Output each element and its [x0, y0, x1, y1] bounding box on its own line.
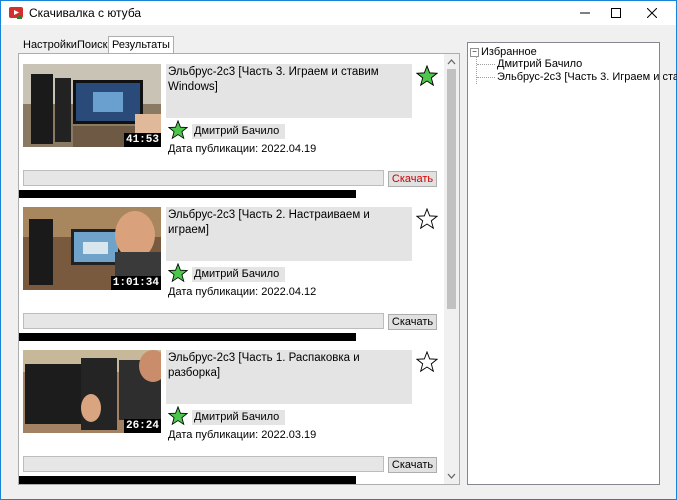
- scroll-down-icon[interactable]: [444, 470, 459, 482]
- video-author: Дмитрий Бачило: [192, 267, 285, 282]
- video-title: Эльбрус-2с3 [Часть 3. Играем и ставим Wi…: [166, 64, 412, 118]
- app-window: Скачивалка с ютуба Настройки Поиск Резул…: [0, 0, 677, 500]
- video-duration: 26:24: [123, 419, 161, 433]
- favorites-tree: − Избранное Дмитрий Бачило Эльбрус-2с3 [Ч…: [467, 42, 677, 485]
- tree-connector: [477, 64, 495, 65]
- download-button[interactable]: Скачать: [388, 314, 437, 330]
- video-thumbnail[interactable]: 41:53: [23, 64, 161, 147]
- scrollbar-thumb[interactable]: [447, 69, 456, 309]
- youtube-download-icon: [9, 7, 23, 19]
- item-separator: [19, 333, 356, 341]
- close-icon: [647, 8, 657, 18]
- window-title: Скачивалка с ютуба: [29, 6, 142, 20]
- tree-item-video[interactable]: Эльбрус-2с3 [Часть 3. Играем и став...: [497, 71, 677, 84]
- item-separator: [19, 476, 356, 484]
- result-item: 1:01:34 Эльбрус-2с3 [Часть 2. Настраивае…: [19, 200, 444, 341]
- collapse-icon[interactable]: −: [470, 47, 479, 57]
- publish-date: Дата публикации: 2022.03.19: [168, 429, 317, 441]
- video-thumbnail[interactable]: 1:01:34: [23, 207, 161, 290]
- close-button[interactable]: [634, 1, 670, 25]
- video-author: Дмитрий Бачило: [192, 124, 285, 139]
- tree-connector: [477, 77, 495, 78]
- item-separator: [19, 190, 356, 198]
- results-scrollbar[interactable]: [444, 54, 459, 484]
- favorite-star-icon[interactable]: [416, 351, 438, 373]
- favorite-star-icon[interactable]: [416, 65, 438, 87]
- result-item: 41:53 Эльбрус-2с3 [Часть 3. Играем и ста…: [19, 57, 444, 198]
- results-list: 41:53 Эльбрус-2с3 [Часть 3. Играем и ста…: [18, 53, 460, 485]
- tab-search-results[interactable]: Результаты поиска: 5: [108, 36, 174, 67]
- author-favorite-star-icon[interactable]: [168, 406, 188, 426]
- video-thumbnail[interactable]: 26:24: [23, 350, 161, 433]
- video-title: Эльбрус-2с3 [Часть 1. Распаковка и разбо…: [166, 350, 412, 404]
- tab-search[interactable]: Поиск: [74, 37, 110, 53]
- video-author: Дмитрий Бачило: [192, 410, 285, 425]
- tree-root-label: Избранное: [481, 46, 537, 58]
- publish-date: Дата публикации: 2022.04.12: [168, 286, 317, 298]
- author-favorite-star-icon[interactable]: [168, 120, 188, 140]
- scroll-up-icon[interactable]: [444, 56, 459, 68]
- video-title: Эльбрус-2с3 [Часть 2. Настраиваем и игра…: [166, 207, 412, 261]
- video-duration: 41:53: [123, 133, 161, 147]
- favorite-star-icon[interactable]: [416, 208, 438, 230]
- tree-item-author[interactable]: Дмитрий Бачило: [497, 58, 582, 71]
- minimize-icon: [580, 12, 590, 14]
- tab-settings[interactable]: Настройки: [20, 37, 80, 53]
- download-progress-bar: [23, 456, 384, 472]
- maximize-icon: [611, 8, 621, 18]
- maximize-button[interactable]: [598, 1, 634, 25]
- download-progress-bar: [23, 313, 384, 329]
- tree-connector: [476, 56, 477, 84]
- author-favorite-star-icon[interactable]: [168, 263, 188, 283]
- download-progress-bar: [23, 170, 384, 186]
- video-duration: 1:01:34: [110, 276, 161, 290]
- publish-date: Дата публикации: 2022.04.19: [168, 143, 317, 155]
- download-button[interactable]: Скачать: [388, 171, 437, 187]
- result-item: 26:24 Эльбрус-2с3 [Часть 1. Распаковка и…: [19, 343, 444, 484]
- download-button[interactable]: Скачать: [388, 457, 437, 473]
- title-bar: Скачивалка с ютуба: [1, 1, 676, 25]
